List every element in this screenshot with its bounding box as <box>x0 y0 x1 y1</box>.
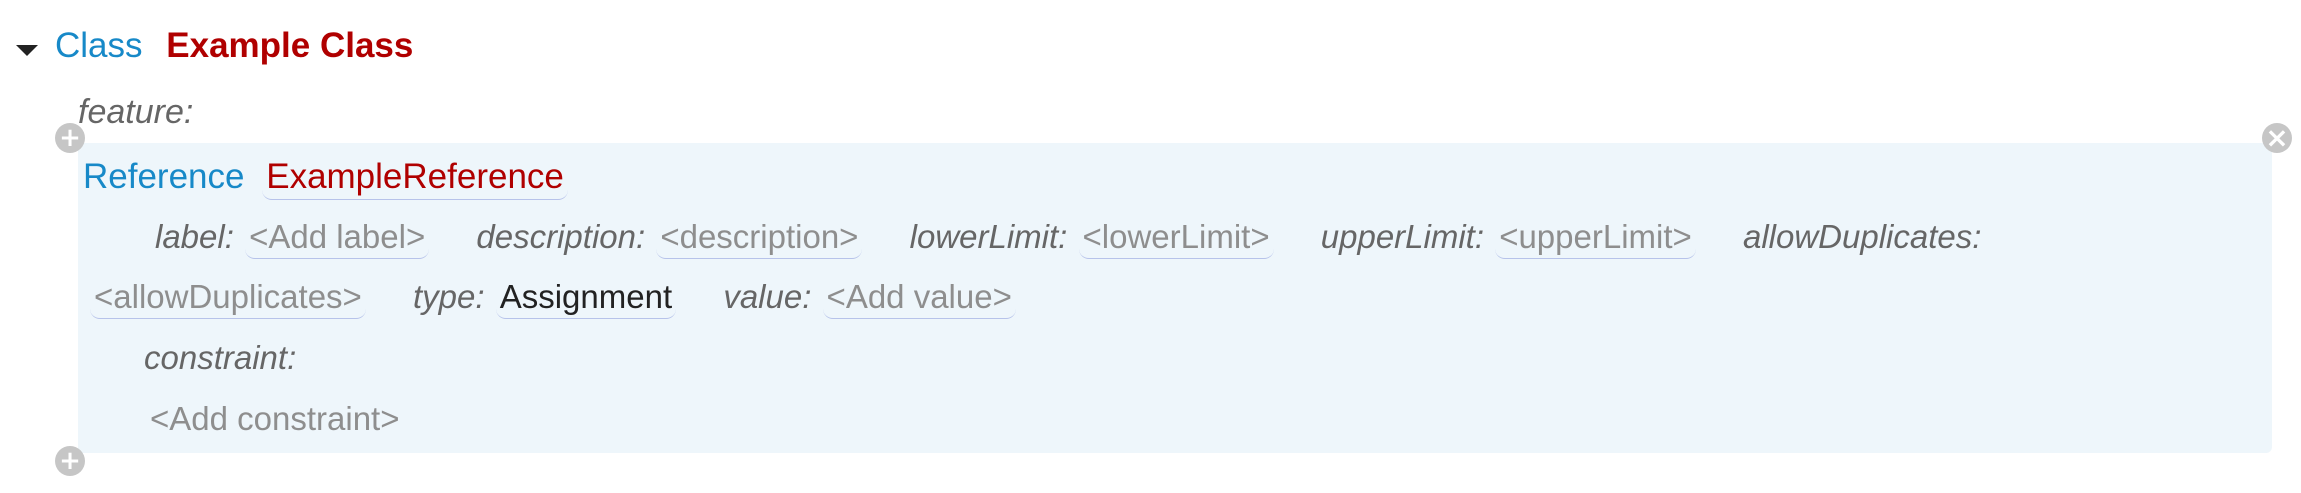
allow-duplicates-field-label: allowDuplicates: <box>1742 218 1982 255</box>
reference-attributes-row-1: label: <Add label> description: <descrip… <box>155 218 1981 259</box>
label-field-label: label: <box>155 218 234 255</box>
label-field-input[interactable]: <Add label> <box>245 218 430 259</box>
feature-label: feature: <box>78 93 194 131</box>
upper-limit-field-label: upperLimit: <box>1320 218 1485 255</box>
collapse-toggle-icon[interactable] <box>16 45 38 56</box>
reference-name[interactable]: ExampleReference <box>262 157 568 200</box>
constraint-row: <Add constraint> <box>144 400 406 440</box>
class-keyword: Class <box>55 26 143 65</box>
class-header: Class Example Class <box>55 26 413 66</box>
value-field-input[interactable]: <Add value> <box>822 278 1016 319</box>
add-feature-icon[interactable]: + <box>55 123 85 153</box>
description-field-label: description: <box>476 218 646 255</box>
type-field-value[interactable]: Assignment <box>495 278 677 319</box>
reference-header: Reference ExampleReference <box>83 157 570 200</box>
lower-limit-field-label: lowerLimit: <box>909 218 1068 255</box>
allow-duplicates-field-input[interactable]: <allowDuplicates> <box>90 278 366 319</box>
lower-limit-field-input[interactable]: <lowerLimit> <box>1078 218 1274 259</box>
remove-reference-icon[interactable]: × <box>2262 123 2292 153</box>
upper-limit-field-input[interactable]: <upperLimit> <box>1495 218 1696 259</box>
reference-attributes-row-2: <allowDuplicates> type: Assignment value… <box>88 278 1018 319</box>
add-constraint-placeholder[interactable]: <Add constraint> <box>146 400 404 440</box>
type-field-label: type: <box>413 278 485 315</box>
constraint-label: constraint: <box>144 339 297 376</box>
class-name[interactable]: Example Class <box>166 26 413 65</box>
add-feature-below-icon[interactable]: + <box>55 446 85 476</box>
reference-keyword: Reference <box>83 157 245 196</box>
value-field-label: value: <box>723 278 812 315</box>
description-field-input[interactable]: <description> <box>656 218 863 259</box>
